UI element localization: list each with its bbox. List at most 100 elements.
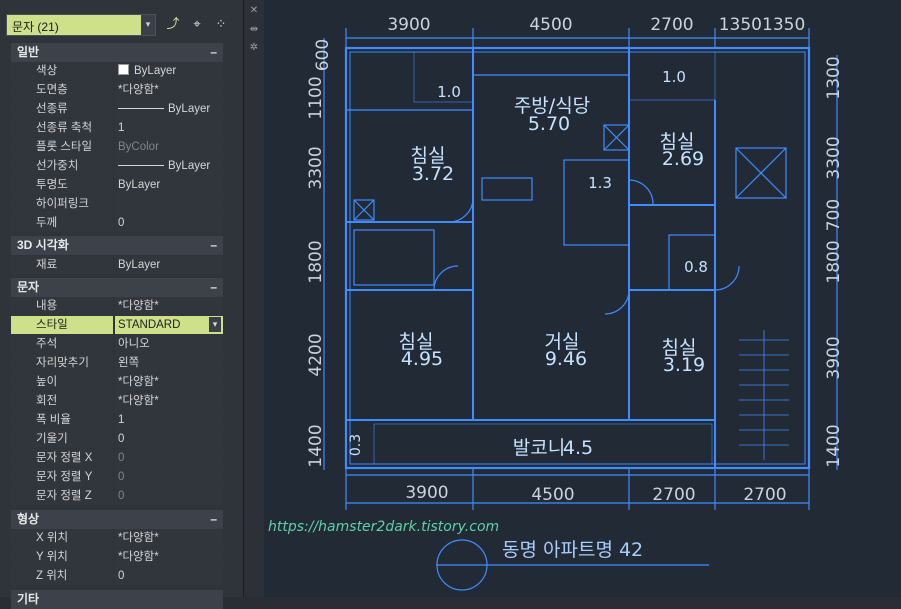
small-area-2: 1.3 (588, 174, 612, 192)
dim-left-0: 600 (313, 39, 333, 71)
property-value[interactable]: ByLayer (115, 62, 223, 80)
property-label: 선종류 축척 (11, 119, 113, 137)
property-value[interactable]: 0 (115, 214, 223, 232)
floor-plan: 3900 4500 2700 13501350 3900 4500 2700 2… (306, 15, 844, 591)
property-label: 기울기 (11, 430, 113, 448)
property-row[interactable]: 높이 *다양함* (11, 373, 223, 392)
property-value[interactable]: 0 (115, 487, 223, 505)
collapse-icon[interactable]: – (210, 278, 217, 297)
dim-bottom-1: 4500 (531, 485, 574, 505)
property-row[interactable]: 스타일 STANDARD ▾ (11, 316, 223, 335)
property-row[interactable]: 선종류 축척 1 (11, 119, 223, 138)
property-row[interactable]: 플롯 스타일 ByColor (11, 138, 223, 157)
property-row[interactable]: 하이퍼링크 (11, 195, 223, 214)
property-label: 문자 정렬 X (11, 449, 113, 467)
property-value-text: *다양함* (118, 84, 159, 96)
property-row[interactable]: 기울기 0 (11, 430, 223, 449)
collapse-icon[interactable]: – (210, 510, 217, 529)
collapse-icon[interactable]: – (210, 236, 217, 255)
property-value[interactable]: 0 (115, 567, 223, 585)
property-row[interactable]: 내용 *다양함* (11, 297, 223, 316)
property-value-text: 0 (118, 433, 125, 445)
section-misc-title: 기타 (17, 592, 40, 606)
section-geometry[interactable]: 형상 – (11, 510, 223, 529)
section-text[interactable]: 문자 – (11, 278, 223, 297)
property-row[interactable]: 선종류 ByLayer (11, 100, 223, 119)
property-label: 스타일 (11, 316, 113, 334)
property-row[interactable]: 선가중치 ByLayer (11, 157, 223, 176)
dim-left-3: 1800 (306, 240, 326, 283)
room-area-6: 4.5 (563, 437, 593, 459)
property-label: 회전 (11, 392, 113, 410)
section-geometry-title: 형상 (17, 512, 40, 526)
property-value[interactable]: 0 (115, 430, 223, 448)
dim-right-1: 3300 (824, 136, 844, 179)
chevron-down-icon[interactable]: ▾ (141, 15, 155, 35)
property-value[interactable]: 0 (115, 449, 223, 467)
property-value[interactable]: *다양함* (115, 548, 223, 566)
close-icon[interactable]: ✕ (247, 5, 261, 16)
property-value[interactable]: ByLayer (115, 100, 223, 118)
property-value-text: *다양함* (118, 300, 159, 312)
property-value[interactable]: *다양함* (115, 81, 223, 99)
property-value[interactable]: *다양함* (115, 373, 223, 391)
property-row[interactable]: 도면층 *다양함* (11, 81, 223, 100)
section-misc[interactable]: 기타 (11, 590, 223, 609)
property-label: 선가중치 (11, 157, 113, 175)
property-value[interactable]: *다양함* (115, 392, 223, 410)
section-general[interactable]: 일반 – (11, 43, 223, 62)
property-value[interactable]: ByLayer (115, 157, 223, 175)
quick-select-icon[interactable]: ⤴ (164, 16, 182, 34)
property-row[interactable]: 문자 정렬 Y 0 (11, 468, 223, 487)
pickadd-toggle-icon[interactable]: ⁘ (212, 16, 230, 34)
dim-bottom-0: 3900 (405, 483, 448, 503)
pick-object-icon[interactable]: ⌖ (188, 16, 206, 34)
property-value[interactable]: ByColor (115, 138, 223, 156)
property-row[interactable]: 문자 정렬 X 0 (11, 449, 223, 468)
property-row[interactable]: 재료 ByLayer (11, 256, 223, 275)
property-value-text: 0 (118, 452, 125, 464)
property-value[interactable]: 0 (115, 468, 223, 486)
section-general-title: 일반 (17, 45, 40, 59)
room-area-0: 5.70 (528, 113, 570, 135)
dim-right-5: 1400 (824, 424, 844, 467)
auto-hide-icon[interactable]: ⇹ (247, 24, 261, 35)
property-value[interactable]: *다양함* (115, 529, 223, 547)
property-value[interactable]: 1 (115, 411, 223, 429)
property-value-text: ByLayer (134, 65, 177, 77)
property-value[interactable]: 왼쪽 (115, 354, 223, 372)
property-row[interactable]: Z 위치 0 (11, 567, 223, 586)
property-row[interactable]: 두께 0 (11, 214, 223, 233)
room-area-1: 3.72 (412, 163, 454, 185)
property-row[interactable]: 폭 비율 1 (11, 411, 223, 430)
property-row[interactable]: 회전 *다양함* (11, 392, 223, 411)
property-label: 문자 정렬 Z (11, 487, 113, 505)
property-value-text: ByLayer (168, 103, 211, 115)
small-area-4: 0.3 (348, 434, 364, 456)
property-value[interactable]: STANDARD ▾ (115, 316, 223, 334)
property-value-text: *다양함* (118, 551, 159, 563)
property-value[interactable]: ByLayer (115, 176, 223, 194)
drawing-canvas[interactable]: 3900 4500 2700 13501350 3900 4500 2700 2… (264, 0, 901, 597)
property-row[interactable]: 문자 정렬 Z 0 (11, 487, 223, 506)
building-label: 동명 아파트명 42 (502, 539, 644, 561)
property-row[interactable]: 자리맞추기 왼쪽 (11, 354, 223, 373)
property-value[interactable] (115, 195, 223, 213)
chevron-down-icon[interactable]: ▾ (209, 317, 221, 332)
section-3d-visual[interactable]: 3D 시각화 – (11, 236, 223, 255)
property-value[interactable]: ByLayer (115, 256, 223, 274)
property-value[interactable]: 아니오 (115, 335, 223, 353)
property-row[interactable]: 색상 ByLayer (11, 62, 223, 81)
property-row[interactable]: 주석 아니오 (11, 335, 223, 354)
property-value-text: *다양함* (118, 395, 159, 407)
properties-palette: 문자 (21) ▾ ⤴ ⌖ ⁘ 일반 – 색상 ByLayer 도면층 *다양함* 선종… (0, 0, 244, 609)
collapse-icon[interactable]: – (210, 43, 217, 62)
property-value[interactable]: 1 (115, 119, 223, 137)
selection-dropdown[interactable]: 문자 (21) ▾ (6, 14, 156, 36)
property-value[interactable]: *다양함* (115, 297, 223, 315)
gear-icon[interactable]: ✲ (247, 42, 261, 53)
property-row[interactable]: X 위치 *다양함* (11, 529, 223, 548)
property-label: 문자 정렬 Y (11, 468, 113, 486)
property-row[interactable]: Y 위치 *다양함* (11, 548, 223, 567)
property-row[interactable]: 투명도 ByLayer (11, 176, 223, 195)
